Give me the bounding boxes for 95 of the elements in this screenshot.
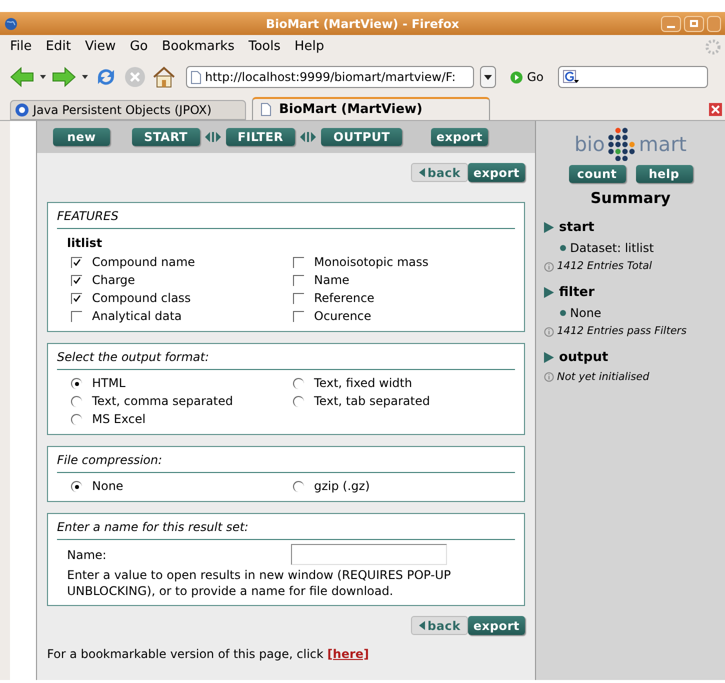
summary-item: Dataset: litlist [544, 239, 725, 257]
field-label: Name: [67, 546, 108, 564]
step-button[interactable]: OUTPUT [321, 128, 402, 146]
site-icon [15, 103, 29, 117]
page-icon [261, 103, 271, 116]
back-triangle-icon [418, 621, 424, 630]
menu-item[interactable]: Edit [46, 37, 71, 57]
back-triangle-icon [418, 168, 424, 177]
summary-heading[interactable]: filter [544, 282, 725, 302]
double-arrow-icon [204, 132, 221, 142]
page-icon [191, 70, 201, 84]
bullet-icon [560, 245, 566, 251]
option-label: gzip (.gz) [314, 478, 370, 495]
section-title: FEATURES [57, 207, 515, 229]
maximize-button[interactable] [684, 16, 704, 32]
option-label: None [92, 478, 124, 495]
home-icon[interactable] [152, 65, 176, 89]
option-label: HTML [92, 375, 126, 392]
dataset-name: litlist [66, 237, 104, 249]
option-label: Compound name [92, 254, 196, 271]
summary-heading[interactable]: start [544, 218, 725, 237]
option-label: Analytical data [92, 308, 182, 325]
browser-tab[interactable]: Java Persistent Objects (JPOX) [10, 100, 246, 120]
step-button[interactable]: START [132, 128, 200, 146]
address-field[interactable]: http://localhost:9999/biomart/martview/F: [186, 66, 474, 88]
option-label: Text, tab separated [314, 393, 430, 410]
minimize-button[interactable] [661, 16, 681, 32]
info-icon [544, 372, 554, 382]
search-engine-icon[interactable] [562, 70, 579, 84]
summary-item: None [544, 304, 725, 322]
menu-item[interactable]: Help [294, 37, 324, 57]
summary-info: 1412 Entries pass Filters [544, 324, 725, 340]
radio-button[interactable] [293, 378, 304, 388]
option-label: Ocurence [314, 308, 372, 325]
browser-tab[interactable]: BioMart (MartView) [252, 97, 490, 120]
menu-item[interactable]: File [10, 37, 32, 57]
dropdown-caret-icon[interactable] [40, 75, 46, 79]
info-icon [544, 327, 554, 338]
back-arrow-icon[interactable] [10, 66, 34, 88]
throbber-icon [705, 39, 721, 55]
sidebar-button[interactable]: count [568, 165, 626, 183]
globe-icon [4, 16, 18, 30]
sidebar-button[interactable]: help [636, 165, 692, 183]
search-field[interactable] [558, 66, 708, 88]
triangle-icon [544, 287, 554, 298]
name-field[interactable] [291, 544, 447, 565]
option-label: MS Excel [92, 411, 146, 428]
radio-button[interactable] [71, 396, 82, 406]
go-icon [510, 70, 523, 84]
radio-button[interactable] [71, 378, 82, 388]
radio-button[interactable] [293, 480, 304, 492]
section-title: Enter a name for this result set: [57, 518, 515, 540]
option-label: Compound class [92, 290, 191, 307]
summary-heading[interactable]: output [544, 348, 725, 368]
option-label: Reference [314, 290, 374, 307]
radio-button[interactable] [71, 414, 82, 424]
step-button[interactable]: FILTER [226, 128, 296, 146]
back-button[interactable]: back [411, 163, 468, 182]
option-label: Text, fixed width [314, 375, 412, 392]
export-button[interactable]: export [468, 616, 525, 635]
summary-info: 1412 Entries Total [544, 259, 725, 275]
menu-item[interactable]: Go [130, 37, 148, 57]
summary-title: Summary [590, 188, 671, 209]
caret-icon [484, 74, 492, 80]
info-icon [544, 262, 554, 272]
option-label: Monoisotopic mass [314, 254, 429, 271]
radio-button[interactable] [71, 480, 82, 492]
triangle-icon [544, 352, 554, 364]
menu-item[interactable]: Bookmarks [162, 37, 234, 57]
back-button[interactable]: back [411, 616, 468, 635]
radio-button[interactable] [293, 396, 304, 406]
history-dropdown-button[interactable] [480, 66, 496, 88]
biomart-logo: bio mart [574, 127, 687, 161]
help-text: Enter a value to open results in new window (REQUIRES POP-UP UNBLOCKING), or to provide a name for file download. [66, 567, 452, 599]
option-label: Text, comma separated [92, 393, 233, 410]
summary-info: Not yet initialised [544, 370, 725, 386]
export-button[interactable]: export [468, 163, 525, 182]
forward-arrow-icon[interactable] [52, 66, 76, 88]
double-arrow-icon [300, 132, 316, 142]
window-title: BioMart (MartView) - Firefox [264, 16, 460, 32]
bookmark-note: For a bookmarkable version of this page, click [here] [47, 646, 370, 663]
here-link[interactable]: [here] [327, 647, 370, 661]
triangle-icon [544, 222, 554, 233]
dropdown-caret-icon[interactable] [82, 75, 88, 79]
option-label: Name [314, 272, 350, 289]
menu-item[interactable]: View [84, 37, 116, 57]
new-button[interactable]: new [53, 128, 110, 146]
section-title: Select the output format: [57, 348, 515, 370]
export-button[interactable]: export [430, 128, 488, 146]
bullet-icon [560, 310, 566, 316]
close-tab-icon[interactable] [709, 103, 722, 116]
section-title: File compression: [57, 451, 515, 473]
menu-item[interactable]: Tools [248, 37, 281, 57]
go-button[interactable]: Go [510, 68, 544, 86]
option-label: Charge [92, 272, 136, 289]
